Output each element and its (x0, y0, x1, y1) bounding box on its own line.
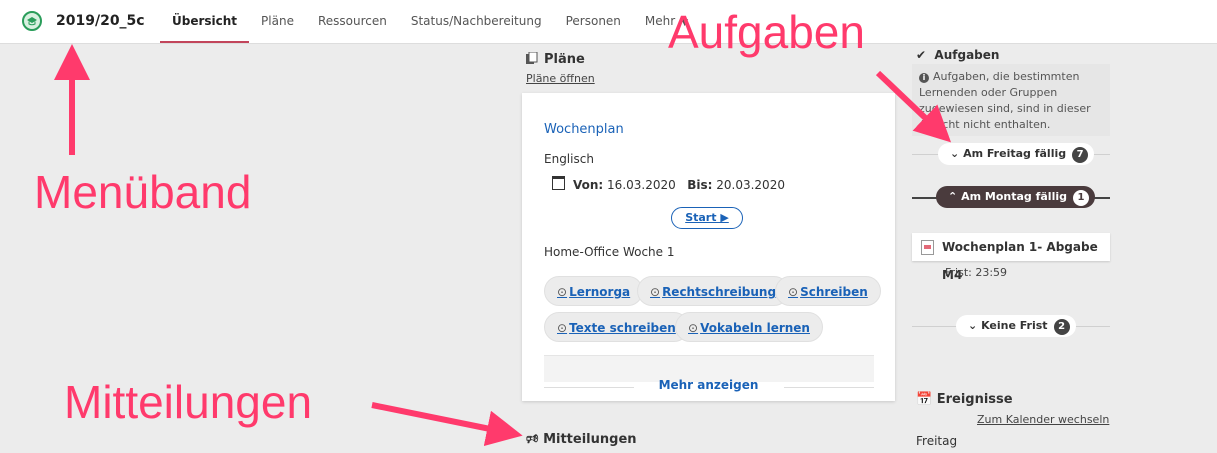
arrow-tasks (875, 70, 952, 143)
arrow-messages (371, 402, 523, 447)
annotation-menu-label: Menüband (34, 166, 252, 218)
annotation-tasks-label: Aufgaben (668, 6, 865, 58)
annotation-messages-label: Mitteilungen (64, 376, 313, 428)
